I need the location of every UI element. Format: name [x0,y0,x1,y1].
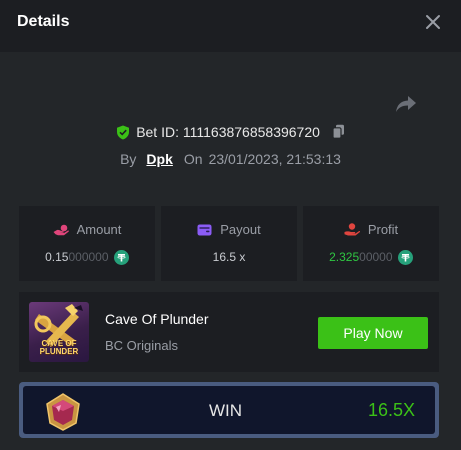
amount-value-dim: 000000 [68,250,109,264]
profit-label: Profit [367,222,399,237]
shield-check-icon [116,125,130,143]
bet-meta-row: By Dpk On 23/01/2023, 21:53:13 [0,151,461,167]
payout-label: Payout [220,222,261,237]
modal-title: Details [17,13,70,30]
profit-value: 2.32500000 [303,250,439,268]
bet-stats: Amount 0.15000000 Payout 16.5 x Profit 2… [19,206,439,281]
usdt-coin-icon [397,250,413,268]
by-label: By [120,151,137,167]
payout-value: 16.5 x [212,250,246,264]
close-icon[interactable] [424,13,442,31]
bet-id-row: Bet ID: 111163876858396720 [0,124,461,143]
profit-value-dim: 00000 [359,250,393,264]
usdt-coin-icon [113,250,129,268]
game-provider: BC Originals [105,338,178,353]
payout-card: Payout 16.5 x [161,206,297,281]
result-multiplier: 16.5X [367,400,415,420]
gem-icon [43,392,83,437]
game-card: CAVE OF PLUNDER Cave Of Plunder BC Origi… [19,292,439,372]
result-label: WIN [209,401,243,420]
bet-id-value: 111163876858396720 [182,124,320,140]
modal-header: Details [0,0,461,52]
user-link[interactable]: Dpk [146,151,172,167]
wallet-icon [197,224,212,236]
profit-hand-icon [344,223,360,236]
game-name: Cave Of Plunder [105,311,209,327]
bet-datetime: 23/01/2023, 21:53:13 [208,151,341,167]
profit-value-main: 2.325 [329,250,360,264]
amount-value-main: 0.15 [45,250,69,264]
game-thumbnail-text: CAVE OF PLUNDER [29,340,89,356]
amount-card: Amount 0.15000000 [19,206,155,281]
game-thumbnail[interactable]: CAVE OF PLUNDER [29,302,89,362]
play-now-button[interactable]: Play Now [318,317,428,349]
hand-coin-icon [53,224,69,236]
result-banner: WIN 16.5X [19,382,439,438]
on-label: On [183,151,203,167]
share-icon[interactable] [394,94,418,114]
thumb-text-line2: PLUNDER [39,347,79,356]
amount-value: 0.15000000 [19,250,155,268]
amount-label: Amount [76,222,122,237]
bet-id-label: Bet ID: [136,124,179,140]
profit-card: Profit 2.32500000 [303,206,439,281]
copy-icon[interactable] [332,124,345,142]
